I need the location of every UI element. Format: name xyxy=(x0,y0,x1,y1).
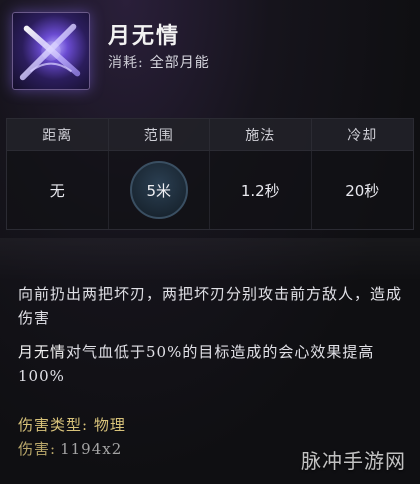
skill-tooltip-panel: 月无情 消耗: 全部月能 距离 范围 施法 冷却 无 5米 1.2秒 20秒 向前… xyxy=(0,0,420,484)
stats-value-range-pill: 5米 xyxy=(129,161,188,219)
stats-value-cast: 1.2秒 xyxy=(210,151,312,229)
stats-value-cooldown: 20秒 xyxy=(345,181,380,200)
stats-header-distance: 距离 xyxy=(7,119,109,150)
skill-description-line-2-prefix: 月无情 xyxy=(18,343,67,361)
skill-stats-header-row: 距离 范围 施法 冷却 xyxy=(7,119,413,151)
damage-label: 伤害: xyxy=(18,440,57,458)
site-watermark: 脉冲手游网 xyxy=(301,449,406,473)
damage-row: 伤害: 1194x2 xyxy=(18,438,122,459)
stats-header-cooldown: 冷却 xyxy=(347,127,378,144)
damage-type-value: 物理 xyxy=(93,416,126,434)
stats-value-range: 5米 xyxy=(146,181,172,200)
skill-cost-label: 消耗: xyxy=(108,55,144,71)
skill-description-line-1: 向前扔出两把坏刃，两把坏刃分别攻击前方敌人，造成伤害 xyxy=(18,285,403,327)
stats-header-range: 范围 xyxy=(109,119,210,150)
skill-description-line-2-rest: 对气血低于50%的目标造成的会心效果提高100% xyxy=(18,343,375,385)
section-divider xyxy=(0,238,420,282)
skill-stats-values-row: 无 5米 1.2秒 20秒 xyxy=(7,151,413,229)
skill-name: 月无情 xyxy=(108,23,181,49)
skill-header: 月无情 消耗: 全部月能 xyxy=(0,0,420,110)
crossed-blades-icon xyxy=(12,12,90,90)
stats-value-range-cell: 5米 xyxy=(109,151,210,229)
skill-description-line-2: 月无情对气血低于50%的目标造成的会心效果提高100% xyxy=(18,340,402,388)
stats-value-distance: 无 xyxy=(7,151,109,229)
skill-stats-table: 距离 范围 施法 冷却 无 5米 1.2秒 20秒 xyxy=(6,118,414,230)
crossed-blades-icon-art xyxy=(19,23,81,81)
damage-type-label: 伤害类型: xyxy=(18,416,89,434)
damage-value: 1194x2 xyxy=(60,440,123,458)
skill-description: 向前扔出两把坏刃，两把坏刃分别攻击前方敌人，造成伤害 月无情对气血低于50%的目… xyxy=(18,282,402,398)
skill-cost: 消耗: 全部月能 xyxy=(108,52,210,72)
damage-type-row: 伤害类型: 物理 xyxy=(18,414,126,435)
stats-header-cast: 施法 xyxy=(210,119,312,150)
skill-cost-value: 全部月能 xyxy=(149,55,210,71)
